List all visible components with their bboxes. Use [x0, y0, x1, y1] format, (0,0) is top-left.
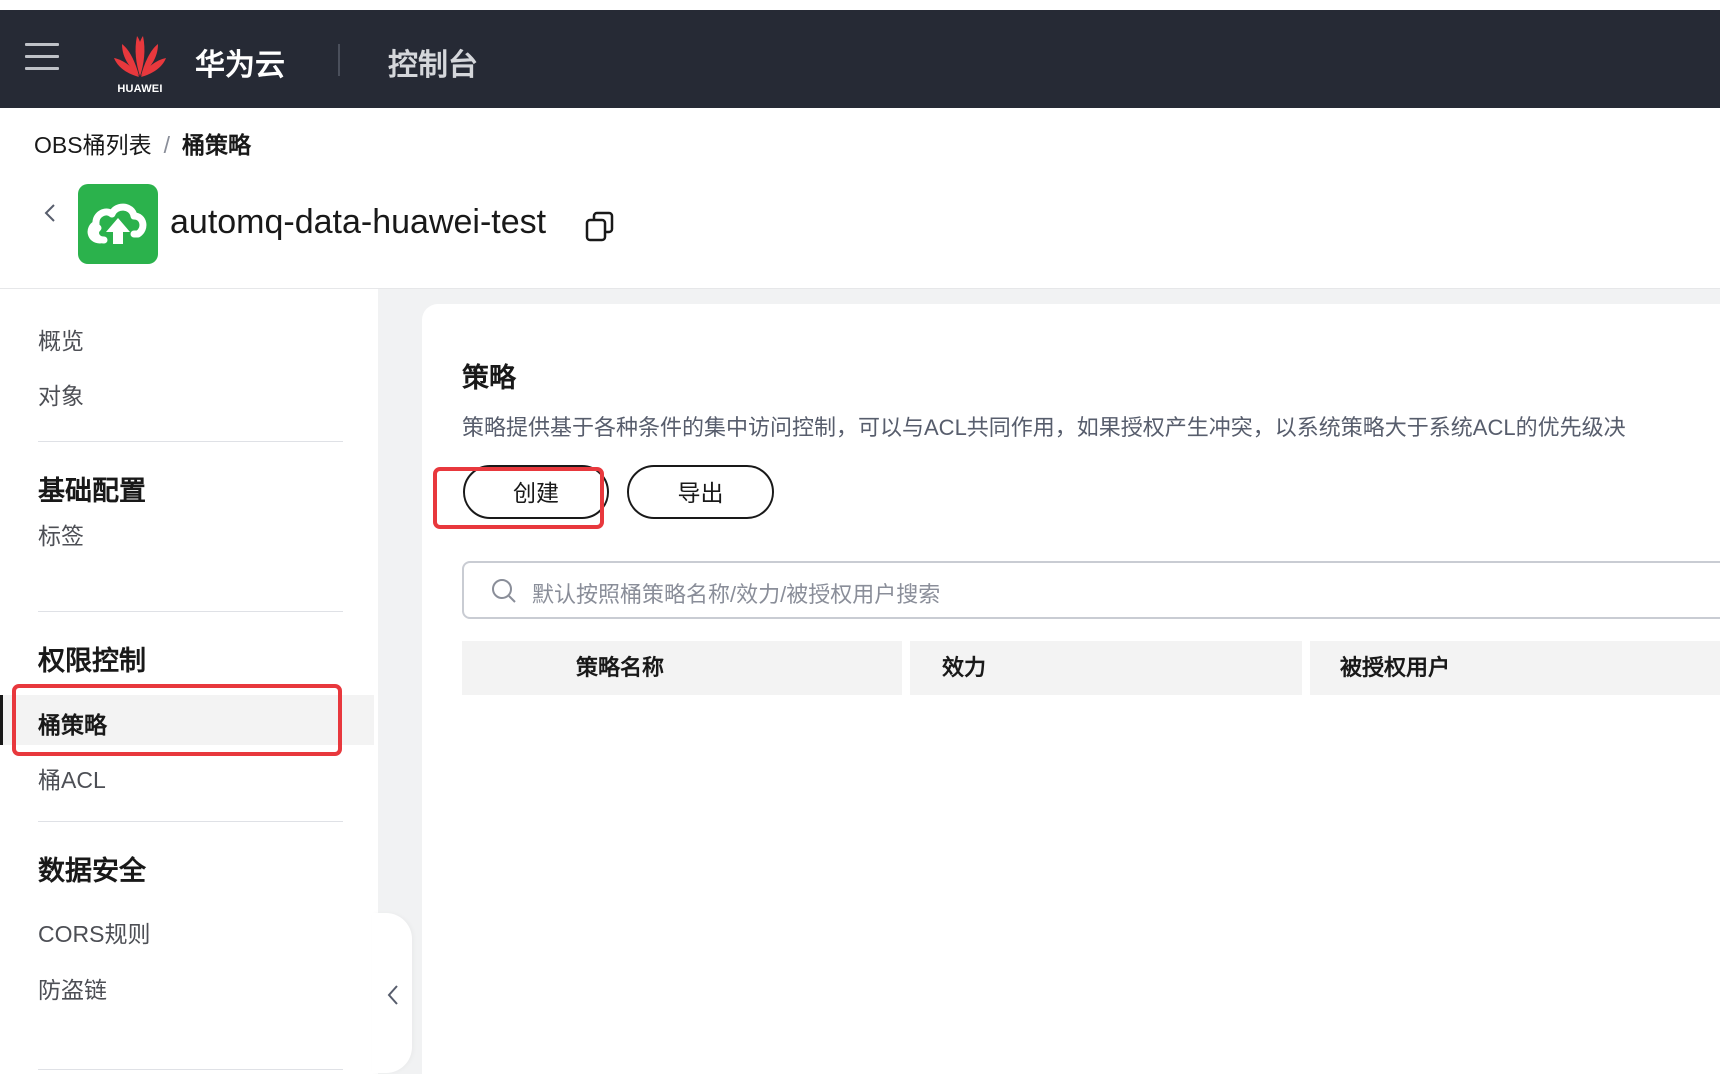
brand-name[interactable]: 华为云 [195, 40, 285, 84]
section-title: 策略 [462, 363, 516, 393]
main-content-panel: 策略 策略提供基于各种条件的集中访问控制，可以与ACL共同作用，如果授权产生冲突… [422, 304, 1720, 1074]
top-navigation-bar: HUAWEI 华为云 控制台 [0, 10, 1720, 108]
console-link[interactable]: 控制台 [388, 40, 478, 84]
bucket-icon [78, 184, 158, 264]
back-button[interactable] [38, 193, 62, 233]
column-header-authorized-user[interactable]: 被授权用户 [1310, 641, 1720, 695]
sidebar-collapse-button[interactable] [372, 913, 412, 1073]
sidebar-item-hotlink-protection[interactable]: 防盗链 [38, 971, 107, 1005]
huawei-logo[interactable]: HUAWEI [110, 30, 170, 100]
sidebar-item-overview[interactable]: 概览 [38, 322, 84, 356]
export-button[interactable]: 导出 [627, 465, 774, 519]
highlight-box-create-button [433, 467, 604, 529]
sidebar-group-basic-config: 基础配置 [38, 476, 146, 506]
copy-icon[interactable] [585, 210, 615, 244]
sidebar-divider [38, 1069, 343, 1070]
sidebar-item-bucket-acl[interactable]: 桶ACL [38, 761, 106, 795]
sidebar-divider [38, 441, 343, 442]
sidebar-group-permission-control: 权限控制 [38, 646, 146, 676]
logo-text: HUAWEI [117, 83, 163, 95]
chevron-left-icon [387, 985, 398, 1005]
topbar-divider [338, 44, 340, 76]
sidebar-divider [38, 611, 343, 612]
sidebar-item-cors-rules[interactable]: CORS规则 [38, 915, 150, 949]
column-header-policy-name[interactable]: 策略名称 [462, 641, 902, 695]
window-top-edge [0, 0, 1720, 10]
search-icon [492, 579, 516, 603]
sidebar-group-data-security: 数据安全 [38, 856, 146, 886]
search-placeholder: 默认按照桶策略名称/效力/被授权用户搜索 [532, 582, 941, 607]
breadcrumb-current: 桶策略 [181, 132, 251, 158]
bucket-name-title: automq-data-huawei-test [170, 203, 547, 241]
sidebar: 概览 对象 基础配置 标签 权限控制 桶策略 桶ACL 数据安全 CORS规则 … [0, 289, 378, 1074]
page-header: OBS桶列表 / 桶策略 automq-data-huawei-test [0, 108, 1720, 289]
breadcrumb-separator: / [163, 132, 170, 158]
active-indicator [0, 695, 3, 745]
section-description: 策略提供基于各种条件的集中访问控制，可以与ACL共同作用，如果授权产生冲突，以系… [462, 415, 1626, 440]
breadcrumb-parent-link[interactable]: OBS桶列表 [34, 132, 152, 158]
breadcrumb: OBS桶列表 / 桶策略 [34, 126, 251, 160]
sidebar-divider [38, 821, 343, 822]
highlight-box-sidebar [12, 684, 342, 756]
search-input[interactable]: 默认按照桶策略名称/效力/被授权用户搜索 [462, 561, 1720, 619]
sidebar-item-tags[interactable]: 标签 [38, 517, 84, 551]
column-header-effect[interactable]: 效力 [910, 641, 1302, 695]
huawei-petals-icon [114, 36, 166, 77]
cloud-upload-icon [87, 203, 147, 244]
chevron-left-icon [44, 204, 55, 222]
menu-icon[interactable] [25, 43, 59, 73]
sidebar-item-objects[interactable]: 对象 [38, 377, 84, 411]
